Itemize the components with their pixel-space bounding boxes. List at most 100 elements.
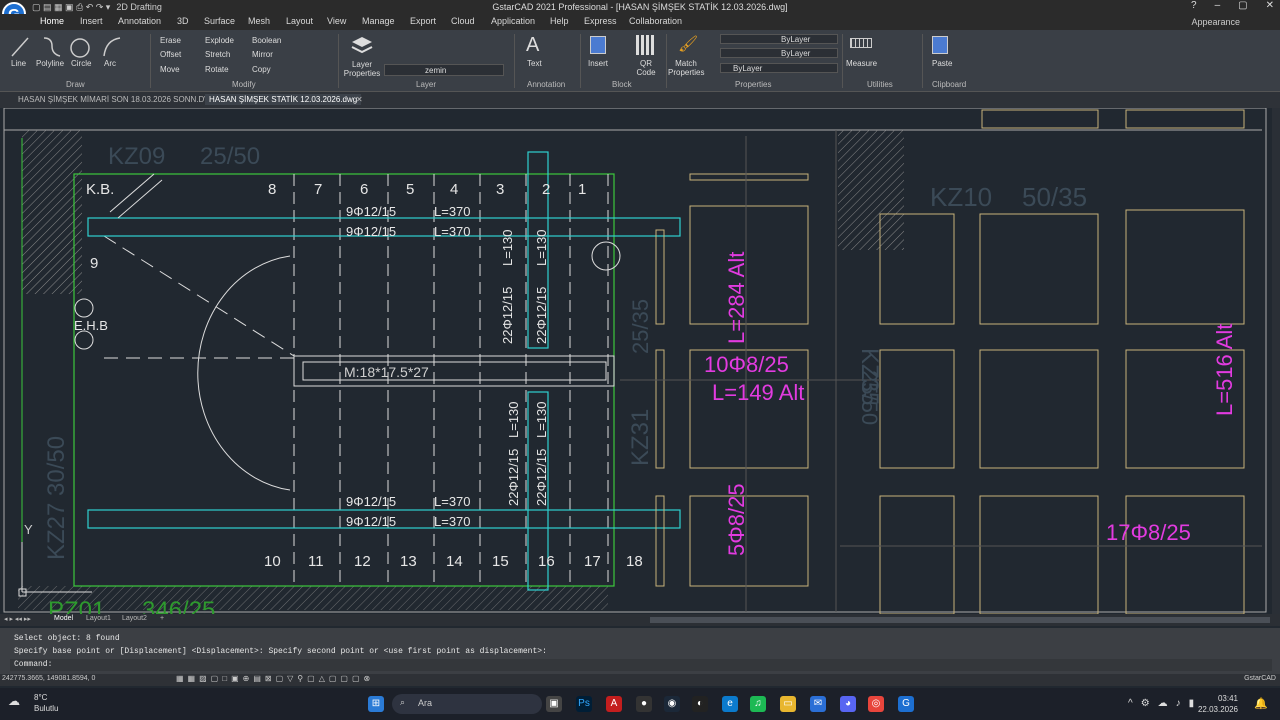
tab-collaboration[interactable]: Collaboration xyxy=(627,16,684,26)
system-tray-icons[interactable]: ^⚙☁♪▮ xyxy=(1128,698,1202,709)
close-icon[interactable]: ✕ xyxy=(1266,0,1274,11)
status-app-label: GstarCAD xyxy=(1244,675,1276,682)
doc-tab-mimari[interactable]: HASAN ŞİMŞEK MİMARİ SON 18.03.2026 SONN.… xyxy=(14,94,222,105)
utilities-group-label: Utilities xyxy=(867,80,893,89)
cad-drawing[interactable]: KZ09 25/50 KZ10 50/35 KZ27 30/50 KZ31 KZ… xyxy=(0,108,1272,614)
minimize-icon[interactable]: – xyxy=(1215,0,1221,11)
drawing-canvas[interactable]: KZ09 25/50 KZ10 50/35 KZ27 30/50 KZ31 KZ… xyxy=(0,108,1272,614)
tab-annotation[interactable]: Annotation xyxy=(116,16,163,26)
tab-insert[interactable]: Insert xyxy=(78,16,105,26)
offset-button[interactable]: Offset xyxy=(160,50,181,59)
step-15: 15 xyxy=(492,553,509,570)
gstarcad-taskbar-icon[interactable]: G xyxy=(898,696,914,712)
edge-icon[interactable]: e xyxy=(722,696,738,712)
horizontal-scrollbar[interactable] xyxy=(650,617,1270,623)
task-view-icon[interactable]: ▣ xyxy=(546,696,562,712)
tab-add-layout[interactable]: + xyxy=(160,615,164,622)
autocad-icon[interactable]: A xyxy=(606,696,622,712)
insert-block-icon xyxy=(590,36,606,54)
notification-bell-icon[interactable]: 🔔 xyxy=(1254,697,1268,710)
text-button[interactable]: Text xyxy=(527,59,542,68)
step-18: 18 xyxy=(626,553,643,570)
match-properties-button[interactable]: Match Properties xyxy=(668,59,704,77)
tab-3d[interactable]: 3D xyxy=(175,16,191,26)
ehb-label: E.H.B xyxy=(74,318,108,333)
explode-button[interactable]: Explode xyxy=(205,36,234,45)
tab-help[interactable]: Help xyxy=(548,16,571,26)
doc-tab-statik[interactable]: HASAN ŞİMŞEK STATİK 12.03.2026.dwg xyxy=(205,94,362,105)
steam-icon[interactable]: ◉ xyxy=(664,696,680,712)
github-icon[interactable]: ◐ xyxy=(692,696,708,712)
file-explorer-icon[interactable]: ▭ xyxy=(780,696,796,712)
document-tabs: HASAN ŞİMŞEK MİMARİ SON 18.03.2026 SONN.… xyxy=(0,92,1280,108)
photoshop-icon[interactable]: Ps xyxy=(576,696,592,712)
line-button[interactable]: Line xyxy=(11,59,26,68)
magenta-10phi: 10Φ8/25 xyxy=(704,352,789,377)
mirror-button[interactable]: Mirror xyxy=(252,50,273,59)
command-input[interactable]: Command: xyxy=(10,659,1272,671)
spotify-icon[interactable]: ♫ xyxy=(750,696,766,712)
copy-button[interactable]: Copy xyxy=(252,65,271,74)
step-6: 6 xyxy=(360,181,368,198)
text-icon: A xyxy=(526,34,540,56)
system-clock[interactable]: 03:41 22.03.2026 xyxy=(1198,693,1238,715)
vertical-scrollbar[interactable] xyxy=(1272,108,1280,614)
tab-model[interactable]: Model xyxy=(54,615,73,622)
tab-layout[interactable]: Layout xyxy=(284,16,315,26)
step-17: 17 xyxy=(584,553,601,570)
pz01-dim-label: 346/25 xyxy=(142,597,215,614)
layout-nav-arrows[interactable]: ◂ ▸ ◂◂ ▸▸ xyxy=(4,615,31,623)
tab-manage[interactable]: Manage xyxy=(360,16,397,26)
window-controls[interactable]: ? – ▢ ✕ xyxy=(1191,0,1274,11)
tab-layout1[interactable]: Layout1 xyxy=(86,615,111,622)
arc-button[interactable]: Arc xyxy=(104,59,116,68)
tab-cloud[interactable]: Cloud xyxy=(449,16,477,26)
polyline-button[interactable]: Polyline xyxy=(36,59,64,68)
erase-button[interactable]: Erase xyxy=(160,36,181,45)
boolean-button[interactable]: Boolean xyxy=(252,36,281,45)
mail-icon[interactable]: ✉ xyxy=(810,696,826,712)
qr-code-button[interactable]: QR Code xyxy=(633,59,659,77)
tab-home[interactable]: Home xyxy=(38,16,66,26)
weather-widget[interactable]: ☁ 8°C Bulutlu xyxy=(8,692,58,714)
kb-label: K.B. xyxy=(86,181,114,198)
maximize-icon[interactable]: ▢ xyxy=(1238,0,1247,11)
tab-layout2[interactable]: Layout2 xyxy=(122,615,147,622)
insert-button[interactable]: Insert xyxy=(588,59,608,68)
tab-surface[interactable]: Surface xyxy=(202,16,237,26)
paste-button[interactable]: Paste xyxy=(932,59,952,68)
step-14: 14 xyxy=(446,553,463,570)
chrome-icon[interactable]: ◎ xyxy=(868,696,884,712)
layout-tabs-bar: ◂ ▸ ◂◂ ▸▸ Model Layout1 Layout2 + xyxy=(0,614,1280,626)
color-dropdown[interactable]: ByLayer xyxy=(720,34,838,44)
appearance-menu[interactable]: Appearance xyxy=(1191,17,1240,27)
app-icon[interactable]: ● xyxy=(636,696,652,712)
measure-button[interactable]: Measure xyxy=(846,59,877,68)
draw-icons xyxy=(11,37,121,58)
layer-dropdown[interactable]: zemin xyxy=(384,64,504,76)
len-top-2: L=370 xyxy=(434,224,471,239)
tab-express[interactable]: Express xyxy=(582,16,619,26)
linetype-dropdown[interactable]: ByLayer xyxy=(720,48,838,58)
step-3: 3 xyxy=(496,181,504,198)
tab-application[interactable]: Application xyxy=(489,16,537,26)
layer-properties-button[interactable]: Layer Properties xyxy=(342,60,382,78)
circle-button[interactable]: Circle xyxy=(71,59,91,68)
coordinate-readout: 242775.3665, 149081.8594, 0 xyxy=(2,675,96,682)
stretch-button[interactable]: Stretch xyxy=(205,50,230,59)
drafting-toggles[interactable]: ▦▦▨▢□▣⊕▤⊠▢▽⚲▢△▢▢▢⊗ xyxy=(176,674,374,683)
len-bot-1: L=370 xyxy=(434,494,471,509)
rotate-button[interactable]: Rotate xyxy=(205,65,229,74)
vert-rebar-1: 22Φ12/15 xyxy=(500,287,515,344)
help-icon[interactable]: ? xyxy=(1191,0,1197,11)
doc-tab-close-icon[interactable]: ✕ xyxy=(356,95,363,104)
tab-mesh[interactable]: Mesh xyxy=(246,16,272,26)
start-button-icon[interactable]: ⊞ xyxy=(368,696,384,712)
lineweight-dropdown[interactable]: ByLayer xyxy=(720,63,838,73)
tab-view[interactable]: View xyxy=(325,16,348,26)
move-button[interactable]: Move xyxy=(160,65,180,74)
taskbar-search[interactable]: ⌕ Ara xyxy=(392,694,542,714)
tab-export[interactable]: Export xyxy=(408,16,438,26)
weather-text: Bulutlu xyxy=(34,704,59,713)
discord-icon[interactable]: ◕ xyxy=(840,696,856,712)
